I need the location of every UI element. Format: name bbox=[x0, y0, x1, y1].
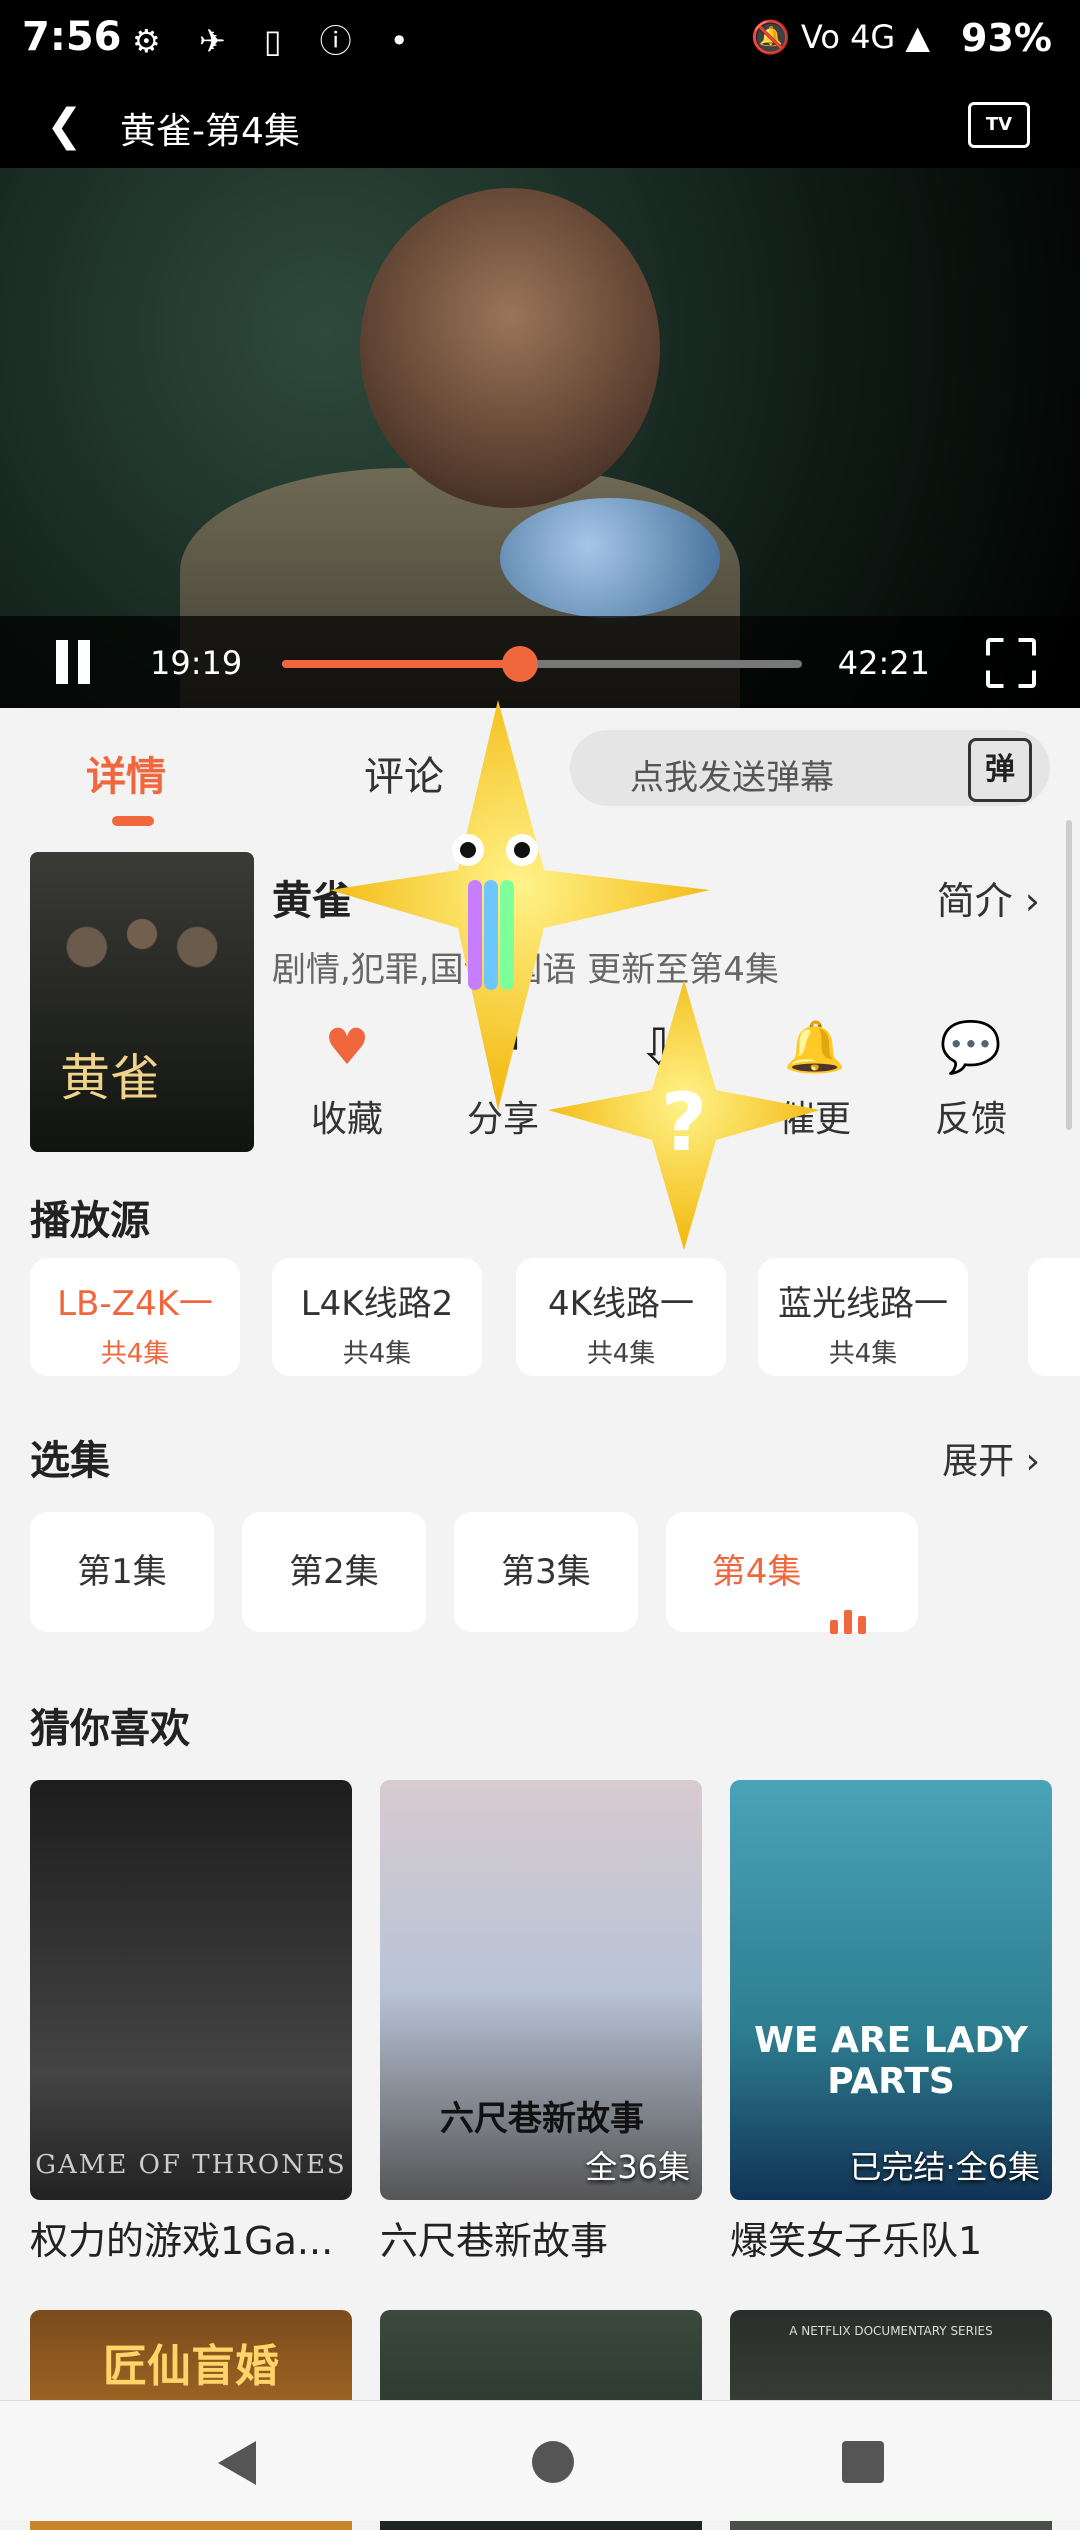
episode-label: 第4集 bbox=[711, 1552, 802, 1592]
source-count: 共4集 bbox=[828, 1339, 898, 1369]
feedback-icon: 💬 bbox=[939, 1018, 1003, 1076]
video-toy bbox=[500, 498, 720, 618]
danmu-toggle-icon[interactable]: 弹 bbox=[968, 738, 1032, 802]
poster-title: 黄雀 bbox=[60, 1049, 160, 1107]
tab-detail[interactable]: 详情 bbox=[86, 744, 166, 802]
pause-icon[interactable] bbox=[52, 640, 94, 684]
scroll-indicator bbox=[1066, 820, 1072, 1130]
source-chip[interactable]: LB-Z4K一 共4集 bbox=[30, 1258, 240, 1376]
nav-recents-icon[interactable] bbox=[842, 2441, 884, 2483]
progress-bar[interactable] bbox=[282, 646, 802, 682]
video-title: 黄雀-第4集 bbox=[120, 111, 300, 152]
recommend-card[interactable]: 六尺巷新故事 全36集 bbox=[380, 1780, 702, 2200]
nav-back-icon[interactable] bbox=[218, 2441, 256, 2485]
feedback-button[interactable]: 💬 反馈 bbox=[916, 1018, 1026, 1142]
source-count: 共4集 bbox=[342, 1339, 412, 1369]
progress-fill bbox=[282, 660, 520, 668]
nav-home-icon[interactable] bbox=[532, 2441, 574, 2483]
status-bar: 7:56 ⚙ ✈ ▯ ⓘ • 🔕 Vo 4G ▲ 93% bbox=[0, 0, 1080, 80]
source-count: 共4集 bbox=[586, 1339, 656, 1369]
episode-button[interactable]: 第3集 bbox=[454, 1512, 638, 1632]
poster-text: 匠仙盲婚 bbox=[103, 2341, 279, 2392]
player-top-bar: ❮ 黄雀-第4集 TV bbox=[0, 80, 1080, 168]
source-name: LB-Z4K一 bbox=[57, 1284, 213, 1324]
battery-level: 93% bbox=[961, 16, 1052, 60]
status-time: 7:56 bbox=[22, 14, 122, 60]
action-label: 反馈 bbox=[934, 1099, 1007, 1140]
tab-detail-underline bbox=[112, 816, 154, 826]
intro-link[interactable]: 简介 › bbox=[937, 870, 1040, 925]
episode-count-badge: 已完结·全6集 bbox=[849, 2148, 1040, 2186]
recommend-card-title[interactable]: 六尺巷新故事 bbox=[380, 2210, 608, 2265]
fullscreen-icon[interactable] bbox=[986, 638, 1036, 688]
recommend-card[interactable]: WE ARE LADY PARTS 已完结·全6集 bbox=[730, 1780, 1052, 2200]
source-count: 共4集 bbox=[100, 1339, 170, 1369]
total-time: 42:21 bbox=[837, 644, 930, 682]
poster-text: GAME OF THRONES bbox=[35, 2150, 347, 2180]
svg-text:?: ? bbox=[661, 1076, 707, 1169]
source-name: 蓝光线路一 bbox=[778, 1284, 948, 1324]
system-nav-bar bbox=[0, 2400, 1080, 2521]
episode-button-current[interactable]: 第4集 bbox=[666, 1512, 918, 1634]
recommend-title: 猜你喜欢 bbox=[30, 1706, 190, 1752]
video-person-head bbox=[360, 188, 660, 508]
tv-cast-icon[interactable]: TV bbox=[968, 102, 1030, 148]
recommend-card-title[interactable]: 权力的游戏1Ga... bbox=[30, 2210, 333, 2265]
current-time: 19:19 bbox=[150, 644, 243, 682]
source-name: 4K线路一 bbox=[548, 1284, 694, 1324]
poster-text: 六尺巷新故事 bbox=[440, 2099, 644, 2139]
poster-text: WE ARE LADY PARTS bbox=[754, 2020, 1028, 2102]
episode-button[interactable]: 第2集 bbox=[242, 1512, 426, 1632]
episodes-title: 选集 bbox=[30, 1438, 110, 1484]
episode-button[interactable]: 第1集 bbox=[30, 1512, 214, 1632]
source-chip[interactable]: 4K线路一 共4集 bbox=[516, 1258, 726, 1376]
player-controls: 19:19 42:21 bbox=[0, 616, 1080, 708]
recommend-card[interactable]: GAME OF THRONES bbox=[30, 1780, 352, 2200]
expand-episodes-link[interactable]: 展开 › bbox=[942, 1432, 1040, 1484]
source-name: L4K线路2 bbox=[300, 1284, 454, 1324]
poster-text: A NETFLIX DOCUMENTARY SERIES bbox=[789, 2324, 993, 2338]
status-right-icons: 🔕 Vo 4G ▲ bbox=[750, 18, 930, 56]
question-star-sticker-icon: ? bbox=[548, 980, 820, 1250]
episode-count-badge: 全36集 bbox=[585, 2148, 690, 2186]
back-icon[interactable]: ❮ bbox=[46, 100, 83, 151]
source-chip[interactable]: 蓝光线路一 共4集 bbox=[758, 1258, 968, 1376]
progress-knob[interactable] bbox=[501, 646, 538, 682]
playing-bars-icon bbox=[830, 1514, 872, 1634]
show-poster[interactable]: 黄雀 bbox=[30, 852, 254, 1152]
recommend-card-title[interactable]: 爆笑女子乐队1 bbox=[730, 2210, 982, 2265]
source-chip-partial[interactable] bbox=[1028, 1258, 1080, 1376]
sources-title: 播放源 bbox=[30, 1198, 150, 1244]
poster-faces bbox=[50, 882, 234, 1012]
status-left-icons: ⚙ ✈ ▯ ⓘ • bbox=[132, 22, 423, 60]
source-chip[interactable]: L4K线路2 共4集 bbox=[272, 1258, 482, 1376]
